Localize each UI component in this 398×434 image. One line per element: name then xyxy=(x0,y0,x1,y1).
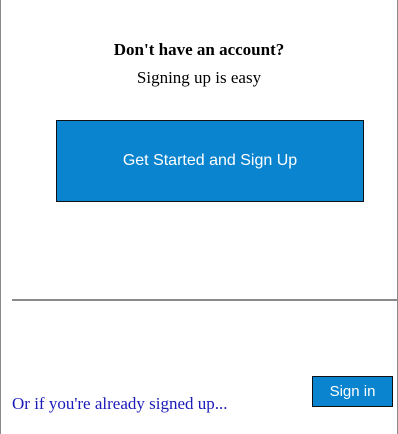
signup-panel: Don't have an account? Signing up is eas… xyxy=(0,0,398,434)
signup-heading: Don't have an account? xyxy=(113,40,285,59)
section-divider xyxy=(12,299,398,301)
already-signed-up-link[interactable]: Or if you're already signed up... xyxy=(12,394,228,414)
signup-subheading: Signing up is easy xyxy=(136,68,262,87)
sign-in-button-label: Sign in xyxy=(329,383,376,400)
get-started-signup-button[interactable]: Get Started and Sign Up xyxy=(56,120,364,202)
get-started-signup-button-label: Get Started and Sign Up xyxy=(122,152,298,169)
sign-in-button[interactable]: Sign in xyxy=(312,376,393,407)
